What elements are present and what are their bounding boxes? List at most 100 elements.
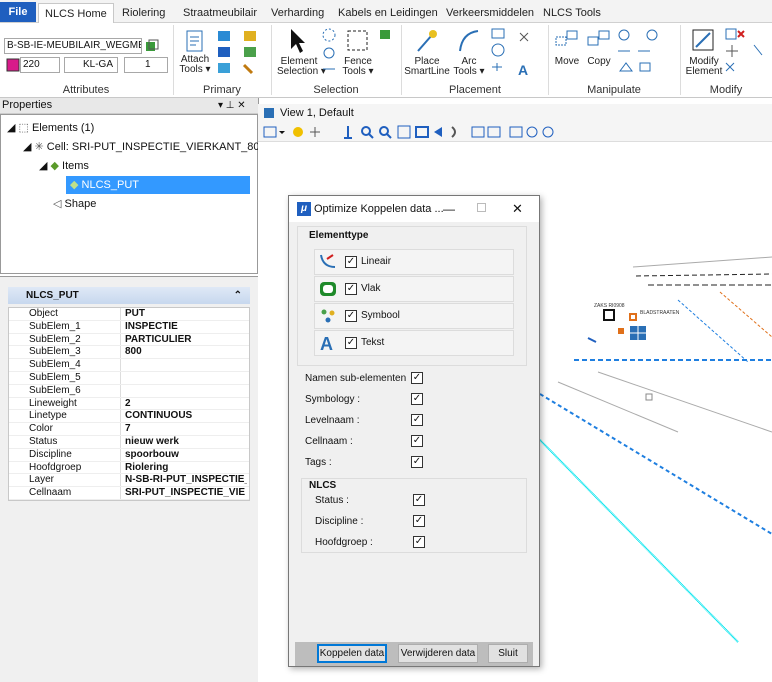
view-tool-icons[interactable] <box>262 124 562 140</box>
element-selection-icon[interactable] <box>286 27 308 55</box>
property-row[interactable]: Status nieuw werk <box>9 435 249 449</box>
sluit-button[interactable]: Sluit <box>488 644 528 663</box>
move-icon[interactable] <box>554 29 580 53</box>
option-namen-checkbox[interactable]: ✓ <box>411 372 423 384</box>
property-row[interactable]: Hoofdgroep Riolering <box>9 461 249 475</box>
expand-icon[interactable]: ◢ <box>39 160 51 172</box>
property-value[interactable] <box>121 385 247 397</box>
property-row[interactable]: SubElem_3 800 <box>9 346 249 360</box>
collapse-icon[interactable]: ⌃ <box>234 287 242 304</box>
tab-verkeersmiddelen[interactable]: Verkeersmiddelen <box>446 3 534 23</box>
property-value[interactable]: 800 <box>121 346 247 358</box>
option-tags-checkbox[interactable]: ✓ <box>411 456 423 468</box>
arc-tools-label: Tools ▾ <box>453 66 485 77</box>
option-cellnaam-label: Cellnaam : <box>305 436 353 447</box>
maximize-icon[interactable] <box>477 203 486 212</box>
nlcs-discipline-checkbox[interactable]: ✓ <box>413 515 425 527</box>
property-row[interactable]: Linetype CONTINUOUS <box>9 410 249 424</box>
placement-small-icons[interactable]: A <box>490 27 542 79</box>
property-row[interactable]: SubElem_5 <box>9 371 249 385</box>
tree-row-items[interactable]: ◢ ◆ Items <box>39 157 89 175</box>
color-combo[interactable]: 220 <box>20 57 60 73</box>
cell-icon: ✳ <box>34 141 47 153</box>
line-weight-combo[interactable]: 1 <box>124 57 168 73</box>
tab-nlcs-home[interactable]: NLCS Home <box>38 3 114 24</box>
nlcs-hoofdgroep-checkbox[interactable]: ✓ <box>413 536 425 548</box>
level-manager-icon[interactable] <box>145 39 159 53</box>
tree-cell-label: Cell: SRI-PUT_INSPECTIE_VIERKANT_800 <box>46 141 266 153</box>
selection-small-icons[interactable] <box>320 27 340 77</box>
koppelen-data-button[interactable]: Koppelen data <box>317 644 387 663</box>
property-row[interactable]: Cellnaam SRI-PUT_INSPECTIE_VIE <box>9 487 249 500</box>
property-row[interactable]: Lineweight 2 <box>9 397 249 411</box>
copy-icon[interactable] <box>586 29 612 53</box>
tab-straatmeubilair[interactable]: Straatmeubilair <box>183 3 257 23</box>
property-key: Status <box>9 435 121 448</box>
option-levelnaam-checkbox[interactable]: ✓ <box>411 414 423 426</box>
manipulate-small-icons[interactable] <box>616 27 670 79</box>
lineair-checkbox[interactable]: ✓ <box>345 256 357 268</box>
tree-row-shape[interactable]: ◁ Shape <box>53 195 96 213</box>
fence-icon[interactable] <box>346 29 370 53</box>
placement-group-label: Placement <box>449 84 501 96</box>
tree-items-label: Items <box>62 160 89 172</box>
fence-tools-label: Tools ▾ <box>342 66 374 77</box>
elementtype-row-lineair: ✓ Lineair <box>314 249 514 275</box>
property-value[interactable]: Riolering <box>121 462 247 474</box>
primary-tools-icons[interactable] <box>216 29 268 81</box>
property-value[interactable]: spoorbouw <box>121 449 247 461</box>
level-combo[interactable]: B-SB-IE-MEUBILAIR_WEGMEL <box>4 38 142 54</box>
place-smartline-icon[interactable] <box>414 27 440 55</box>
property-value[interactable]: PUT <box>121 308 247 320</box>
tab-nlcs-tools[interactable]: NLCS Tools <box>543 3 601 23</box>
close-icon[interactable]: ✕ <box>512 196 523 222</box>
arc-tools-icon[interactable] <box>456 27 482 55</box>
pin-icon[interactable]: ▾ ⊥ ✕ <box>218 98 246 113</box>
symbool-checkbox[interactable]: ✓ <box>345 310 357 322</box>
property-value[interactable]: PARTICULIER <box>121 334 247 346</box>
nlcs-discipline-label: Discipline : <box>315 516 364 527</box>
attach-tools-label: Tools ▾ <box>179 64 211 75</box>
minimize-icon[interactable]: — <box>443 196 455 222</box>
vlak-checkbox[interactable]: ✓ <box>345 283 357 295</box>
tree-row-nlcs-put[interactable]: ◆ NLCS_PUT <box>66 176 250 194</box>
property-row[interactable]: Layer N-SB-RI-PUT_INSPECTIE_ <box>9 474 249 488</box>
property-value[interactable] <box>121 372 247 384</box>
property-value[interactable]: CONTINUOUS <box>121 410 247 422</box>
property-value[interactable]: SRI-PUT_INSPECTIE_VIE <box>121 487 247 499</box>
option-levelnaam-label: Levelnaam : <box>305 415 360 426</box>
tree-row-elements[interactable]: ◢ ⬚ Elements (1) <box>7 119 94 137</box>
property-row[interactable]: SubElem_6 <box>9 384 249 398</box>
tree-row-cell[interactable]: ◢ ✳ Cell: SRI-PUT_INSPECTIE_VIERKANT_800 <box>23 138 266 156</box>
expand-icon[interactable]: ◢ <box>7 122 19 134</box>
line-style-combo[interactable]: KL-GA <box>64 57 118 73</box>
property-value[interactable]: N-SB-RI-PUT_INSPECTIE_ <box>121 474 247 486</box>
modify-small-icons[interactable] <box>724 27 770 79</box>
tab-verharding[interactable]: Verharding <box>271 3 324 23</box>
option-cellnaam-checkbox[interactable]: ✓ <box>411 435 423 447</box>
property-row[interactable]: SubElem_2 PARTICULIER <box>9 333 249 347</box>
property-row[interactable]: Color 7 <box>9 423 249 436</box>
tab-file[interactable]: File <box>0 2 36 22</box>
property-row[interactable]: Object PUT <box>9 308 249 321</box>
tab-kabels-en-leidingen[interactable]: Kabels en Leidingen <box>338 3 438 23</box>
expand-icon[interactable]: ◢ <box>23 141 35 153</box>
modify-element-icon[interactable] <box>690 27 716 53</box>
section-header-nlcs-put[interactable]: NLCS_PUT ⌃ <box>8 287 250 304</box>
property-row[interactable]: Discipline spoorbouw <box>9 448 249 462</box>
property-value[interactable]: 7 <box>121 423 247 435</box>
nlcs-status-checkbox[interactable]: ✓ <box>413 494 425 506</box>
property-row[interactable]: SubElem_4 <box>9 359 249 372</box>
property-value[interactable]: nieuw werk <box>121 436 247 448</box>
tab-riolering[interactable]: Riolering <box>122 3 165 23</box>
property-value[interactable]: INSPECTIE <box>121 321 247 333</box>
option-symbology-checkbox[interactable]: ✓ <box>411 393 423 405</box>
property-row[interactable]: SubElem_1 INSPECTIE <box>9 320 249 334</box>
attach-tools-icon[interactable] <box>184 29 206 55</box>
property-value[interactable]: 2 <box>121 398 247 410</box>
tekst-checkbox[interactable]: ✓ <box>345 337 357 349</box>
property-value[interactable] <box>121 359 247 371</box>
fence-options-icon[interactable] <box>378 27 392 41</box>
verwijderen-data-button[interactable]: Verwijderen data <box>398 644 478 663</box>
canvas-label-b: BLADSTRAATEN <box>640 310 680 316</box>
